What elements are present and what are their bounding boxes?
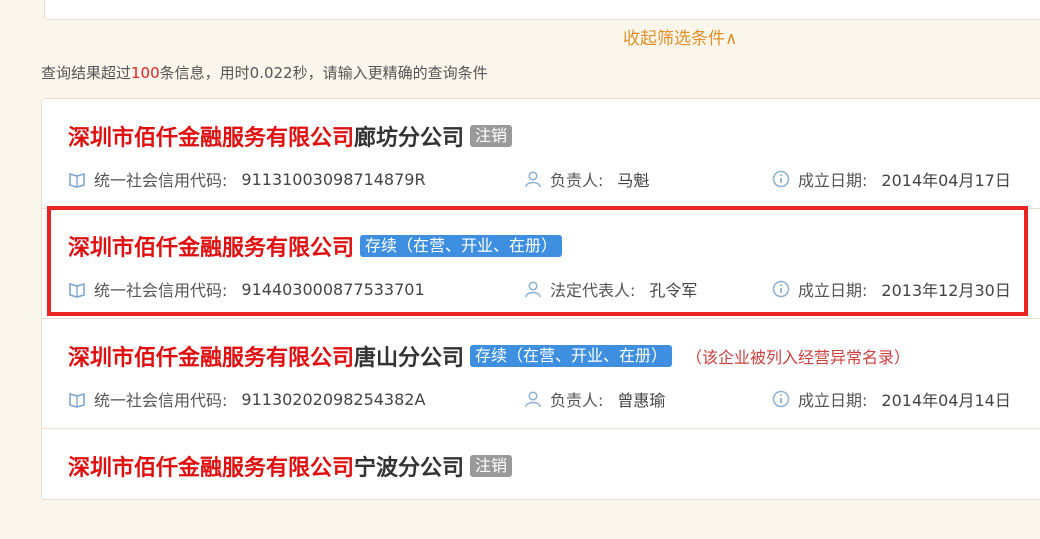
book-icon <box>68 390 86 408</box>
date-label: 成立日期: <box>798 391 868 410</box>
result-card: 深圳市佰仟金融服务有限公司 廊坊分公司 注销 统一社会信用代码: 9113100… <box>42 99 1040 209</box>
credit-code-label: 统一社会信用代码: <box>94 171 228 190</box>
result-card: 深圳市佰仟金融服务有限公司 唐山分公司 存续（在营、开业、在册） （该企业被列入… <box>42 319 1040 429</box>
user-icon <box>524 390 542 408</box>
abnormal-note: （该企业被列入经营异常名录） <box>686 348 911 367</box>
credit-code-value: 91131003098714879R <box>241 169 426 189</box>
credit-code-field: 统一社会信用代码: 91130202098254382A <box>68 387 425 411</box>
person-value[interactable]: 曾惠瑜 <box>617 387 665 411</box>
credit-code-field: 统一社会信用代码: 91131003098714879R <box>68 167 426 191</box>
result-summary: 查询结果超过100条信息，用时0.022秒，请输入更精确的查询条件 <box>41 62 488 83</box>
company-name-main[interactable]: 深圳市佰仟金融服务有限公司 <box>68 450 354 482</box>
summary-suffix: 条信息，用时0.022秒，请输入更精确的查询条件 <box>159 64 488 82</box>
info-icon <box>772 170 790 188</box>
date-label: 成立日期: <box>798 171 868 190</box>
date-field: 成立日期: 2014年04月17日 <box>772 167 1011 191</box>
result-card: 深圳市佰仟金融服务有限公司 宁波分公司 注销 <box>42 429 1040 539</box>
person-field: 负责人: 马魁 <box>524 167 649 191</box>
status-badge: 注销 <box>470 125 513 147</box>
summary-count: 100 <box>131 64 160 82</box>
credit-code-label: 统一社会信用代码: <box>94 391 228 410</box>
person-label: 负责人: <box>550 171 604 190</box>
company-name-main[interactable]: 深圳市佰仟金融服务有限公司 <box>68 340 354 372</box>
date-field: 成立日期: 2014年04月14日 <box>772 387 1011 411</box>
highlight-box <box>47 206 1028 316</box>
company-name-branch[interactable]: 廊坊分公司 <box>354 120 464 152</box>
filter-panel <box>44 0 1040 20</box>
person-value[interactable]: 马魁 <box>617 167 649 191</box>
company-name[interactable]: 深圳市佰仟金融服务有限公司 廊坊分公司 注销 <box>68 120 513 152</box>
company-name-branch[interactable]: 唐山分公司 <box>354 340 464 372</box>
info-icon <box>772 390 790 408</box>
summary-prefix: 查询结果超过 <box>41 64 132 82</box>
collapse-filter-link[interactable]: 收起筛选条件∧ <box>623 24 737 49</box>
company-name-branch[interactable]: 宁波分公司 <box>354 450 464 482</box>
date-value: 2014年04月17日 <box>881 171 1011 190</box>
book-icon <box>68 170 86 188</box>
credit-code-value: 91130202098254382A <box>241 389 426 409</box>
date-value: 2014年04月14日 <box>881 391 1011 410</box>
person-label: 负责人: <box>550 391 604 410</box>
company-name-main[interactable]: 深圳市佰仟金融服务有限公司 <box>68 120 354 152</box>
status-badge: 存续（在营、开业、在册） <box>470 345 673 367</box>
user-icon <box>524 170 542 188</box>
person-field: 负责人: 曾惠瑜 <box>524 387 665 411</box>
status-badge: 注销 <box>470 455 513 477</box>
company-name[interactable]: 深圳市佰仟金融服务有限公司 唐山分公司 存续（在营、开业、在册） （该企业被列入… <box>68 341 910 371</box>
company-name[interactable]: 深圳市佰仟金融服务有限公司 宁波分公司 注销 <box>68 450 513 482</box>
